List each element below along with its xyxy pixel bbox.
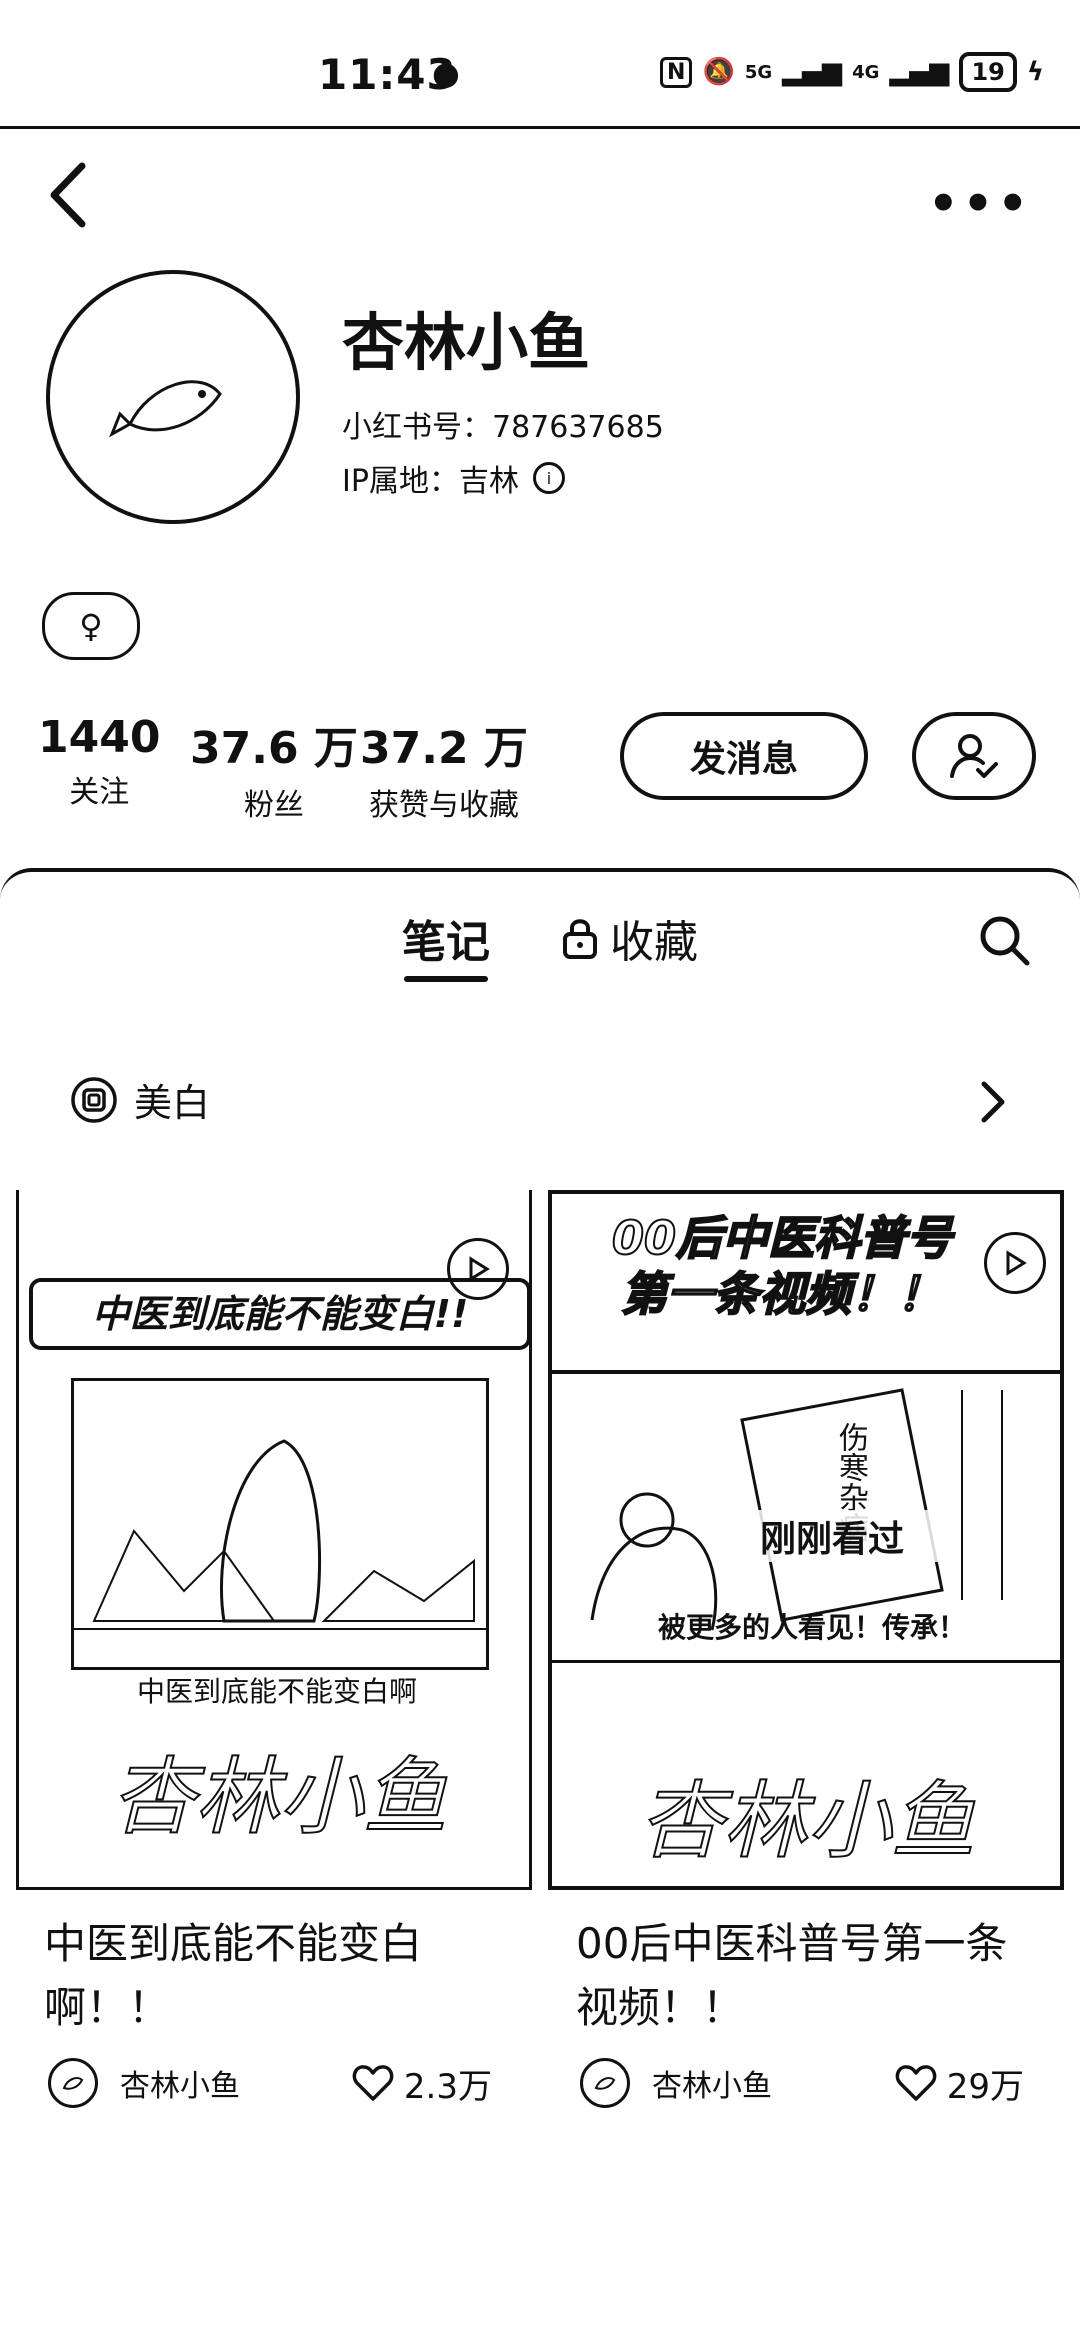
ip-location-text: IP属地：吉林 [342,464,519,499]
ip-location: IP属地：吉林 i [342,456,565,500]
recently-viewed-badge: 刚刚看过 [722,1510,942,1562]
note-title[interactable]: 中医到底能不能变白啊！！ [16,1912,532,2040]
network-4g-label: 4G [852,61,880,83]
network-5g-label: 5G [744,61,773,83]
back-icon[interactable] [44,160,94,230]
author-name[interactable]: 杏林小鱼 [120,2061,240,2105]
red-id[interactable]: 小红书号：787637685 [342,402,664,446]
stat-label: 关注 [69,775,130,810]
cover-caption: 被更多的人看见！传承！ [657,1611,966,1644]
cover-watermark: 杏林小鱼 [110,1747,448,1847]
cover-photo: 伤寒杂病 刚刚看过 被更多的人看见！传承！ [552,1370,1060,1663]
info-icon[interactable]: i [532,462,565,494]
gender-badge: ♀ [42,592,140,660]
fish-logo-icon [594,2077,616,2090]
heart-icon [895,2065,937,2101]
collection-row[interactable]: 美白 [70,1072,210,1127]
stat-following[interactable]: 1440 关注 [38,712,160,811]
female-icon: ♀ [79,607,103,645]
chat-notification-icon: ● [432,54,460,92]
user-check-icon [950,734,998,778]
like-control[interactable]: 2.3万 [352,2059,492,2108]
nfc-icon: N [660,56,693,88]
cover-subtitle: 中医到底能不能变白啊 [136,1675,417,1708]
stat-number: 37.6 万 [190,723,358,774]
send-message-button[interactable]: 发消息 [620,712,868,800]
lock-icon [563,919,597,959]
signal-icon: ▂▄▆ [782,57,843,87]
collection-label: 美白 [134,1081,211,1125]
note-title[interactable]: 00后中医科普号第一条视频！！ [548,1912,1064,2040]
status-icons: N 🔕 5G ▂▄▆ 4G ▂▄▆ 19 ϟ [660,52,1044,92]
author-avatar[interactable] [580,2058,630,2108]
like-control[interactable]: 29万 [895,2059,1024,2108]
charging-icon: ϟ [1026,57,1044,87]
active-tab-indicator [404,976,488,982]
mute-bell-icon: 🔕 [702,57,735,87]
author-avatar[interactable] [48,2058,98,2108]
tab-favorites-label: 收藏 [610,917,698,968]
note-card[interactable]: 中医到底能不能变白!! 中医到底能不能变白啊 杏林小鱼 中医到底能不能变白啊！！ [16,1190,532,2040]
collection-icon [71,1076,117,1123]
battery-level: 19 [959,52,1017,92]
tab-notes[interactable]: 笔记 [402,906,490,970]
profile-nickname: 杏林小鱼 [342,306,591,379]
chevron-right-icon[interactable] [978,1080,1008,1124]
stat-label: 获赞与收藏 [368,788,519,823]
more-options-icon[interactable]: ••• [928,176,1032,232]
like-count: 2.3万 [403,2066,492,2107]
cover-title-line2: 第一条视频！！ [620,1266,944,1322]
stat-label: 粉丝 [243,788,304,823]
stat-likes-collections[interactable]: 37.2 万 获赞与收藏 [360,712,528,824]
stat-number: 1440 [38,712,161,763]
cover-watermark: 杏林小鱼 [638,1771,976,1871]
heart-icon [352,2065,394,2101]
fish-logo-icon [109,380,222,438]
cover-photo [71,1378,489,1670]
fish-logo-icon [62,2077,84,2090]
follow-button[interactable] [912,712,1036,800]
tab-favorites[interactable]: 收藏 [562,906,698,970]
note-cover[interactable]: 中医到底能不能变白!! 中医到底能不能变白啊 杏林小鱼 [16,1190,532,1890]
search-icon[interactable] [976,912,1032,968]
author-name[interactable]: 杏林小鱼 [652,2061,772,2105]
note-card[interactable]: 00后中医科普号 第一条视频！！ 伤寒杂病 刚刚看过 被更多的人看见！传承！ 杏… [548,1190,1064,2040]
status-bar: 11:43 ● N 🔕 5G ▂▄▆ 4G ▂▄▆ 19 ϟ [0,0,1080,129]
like-count: 29万 [946,2066,1024,2107]
signal-icon: ▂▄▆ [889,57,950,87]
stat-number: 37.2 万 [360,723,528,774]
note-cover[interactable]: 00后中医科普号 第一条视频！！ 伤寒杂病 刚刚看过 被更多的人看见！传承！ 杏… [548,1190,1064,1890]
note-meta: 杏林小鱼 29万 [548,2058,1064,2108]
stat-followers[interactable]: 37.6 万 粉丝 [190,712,358,824]
cover-title: 中医到底能不能变白!! [29,1278,529,1350]
avatar[interactable] [46,270,300,524]
note-meta: 杏林小鱼 2.3万 [16,2058,532,2108]
video-play-icon [984,1232,1046,1294]
